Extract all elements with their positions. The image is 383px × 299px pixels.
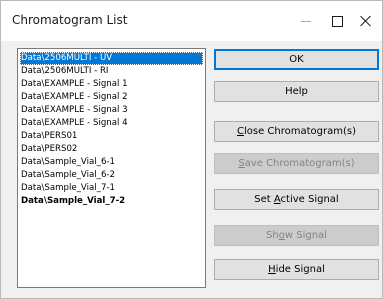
set-active-signal-button[interactable]: Set Active Signal <box>214 189 379 210</box>
maximize-icon <box>331 15 343 27</box>
close-chromatogram-label: Close Chromatogram(s) <box>236 126 356 137</box>
list-item[interactable]: Data\Sample_Vial_6-1 <box>20 156 203 169</box>
list-item[interactable]: Data\Sample_Vial_7-1 <box>20 182 203 195</box>
list-item[interactable]: Data\Sample_Vial_7-2 <box>20 195 203 208</box>
help-button-label: Help <box>285 86 308 97</box>
list-item[interactable]: Data\Sample_Vial_6-2 <box>20 169 203 182</box>
title-bar: Chromatogram List <box>1 1 382 41</box>
list-item[interactable]: Data\EXAMPLE - Signal 4 <box>20 117 203 130</box>
close-window-button[interactable] <box>344 1 383 41</box>
list-item[interactable]: Data\2506MULTI - UV <box>20 52 203 65</box>
list-item[interactable]: Data\EXAMPLE - Signal 2 <box>20 91 203 104</box>
ok-button-label: OK <box>289 54 304 65</box>
list-item[interactable]: Data\2506MULTI - RI <box>20 65 203 78</box>
save-chromatogram-button: Save Chromatogram(s) <box>214 153 379 174</box>
chromatogram-list-dialog: Chromatogram List Data\2506MULTI - UV Da… <box>0 0 383 299</box>
list-item[interactable]: Data\PERS01 <box>20 130 203 143</box>
show-signal-button: Show Signal <box>214 225 379 246</box>
close-chromatogram-button[interactable]: Close Chromatogram(s) <box>214 121 379 142</box>
help-button[interactable]: Help <box>214 81 379 102</box>
close-icon <box>360 15 372 27</box>
hide-signal-button[interactable]: Hide Signal <box>214 259 379 280</box>
ok-button[interactable]: OK <box>214 49 379 70</box>
hide-signal-label: Hide Signal <box>268 264 325 275</box>
list-item[interactable]: Data\EXAMPLE - Signal 1 <box>20 78 203 91</box>
save-chromatogram-label: Save Chromatogram(s) <box>238 158 355 169</box>
list-item[interactable]: Data\PERS02 <box>20 143 203 156</box>
chromatogram-listbox[interactable]: Data\2506MULTI - UV Data\2506MULTI - RI … <box>17 48 206 288</box>
window-title: Chromatogram List <box>12 13 128 27</box>
list-item[interactable]: Data\EXAMPLE - Signal 3 <box>20 104 203 117</box>
minimize-icon <box>301 20 311 22</box>
show-signal-label: Show Signal <box>266 230 327 241</box>
set-active-signal-label: Set Active Signal <box>254 194 339 205</box>
